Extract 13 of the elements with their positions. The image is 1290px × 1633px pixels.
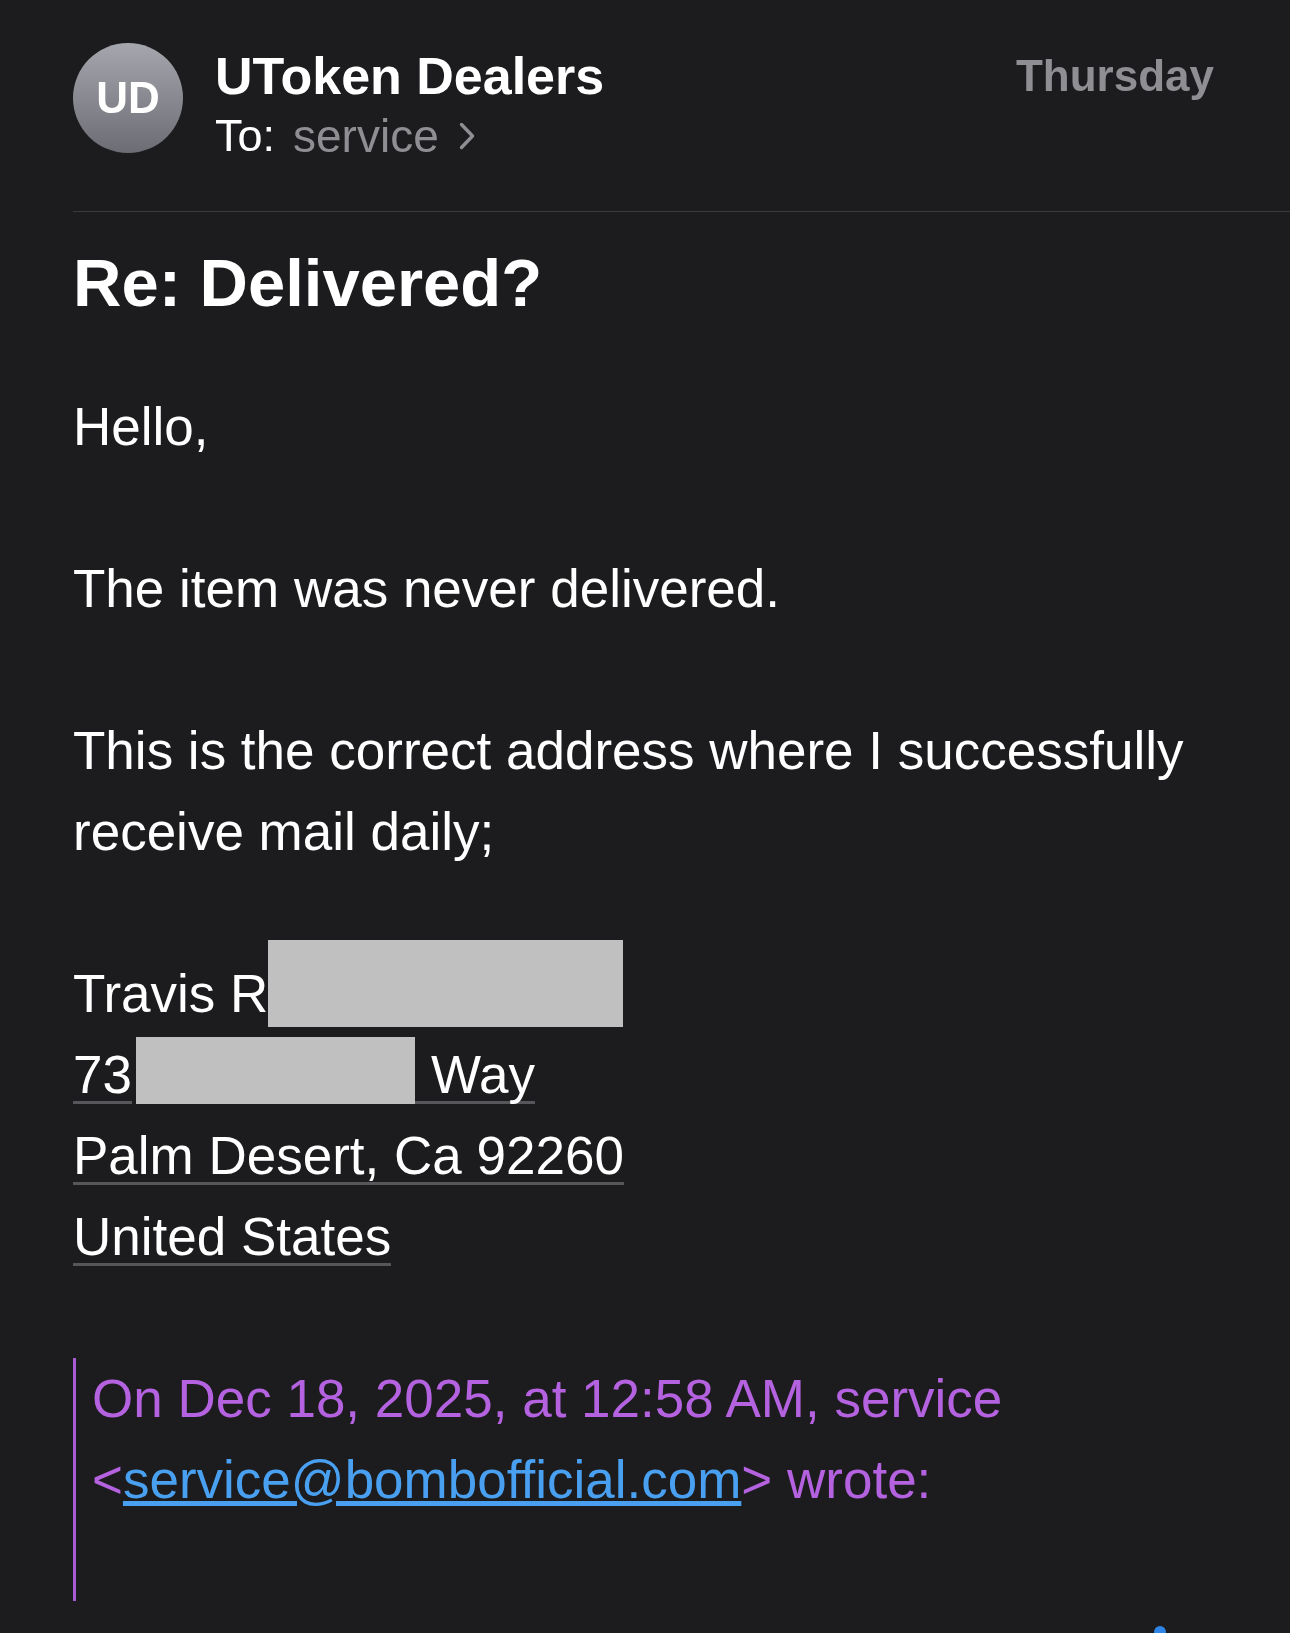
chevron-icon[interactable]	[458, 122, 475, 150]
email-link[interactable]: service@bombofficial.com	[122, 1450, 742, 1509]
message-text: This is the correct address where I successfully receive mail daily;	[73, 720, 1185, 863]
sender-avatar: UD	[73, 43, 183, 153]
recipient-button[interactable]: service	[293, 106, 439, 166]
message-text: The item was never delivered.	[73, 558, 781, 620]
sender-name: UToken Dealers	[215, 46, 606, 106]
message-text: Hello,	[73, 396, 210, 458]
subject-heading: Re: Delivered?	[73, 244, 544, 322]
quote-attribution: On Dec 18, 2025, at 12:58 AM, service <service@bombofficial.com> wrote:	[92, 1368, 1004, 1511]
to-label: To:	[215, 109, 276, 163]
address-text: Travis R	[73, 964, 269, 1023]
date-label: Thursday	[1015, 50, 1214, 102]
